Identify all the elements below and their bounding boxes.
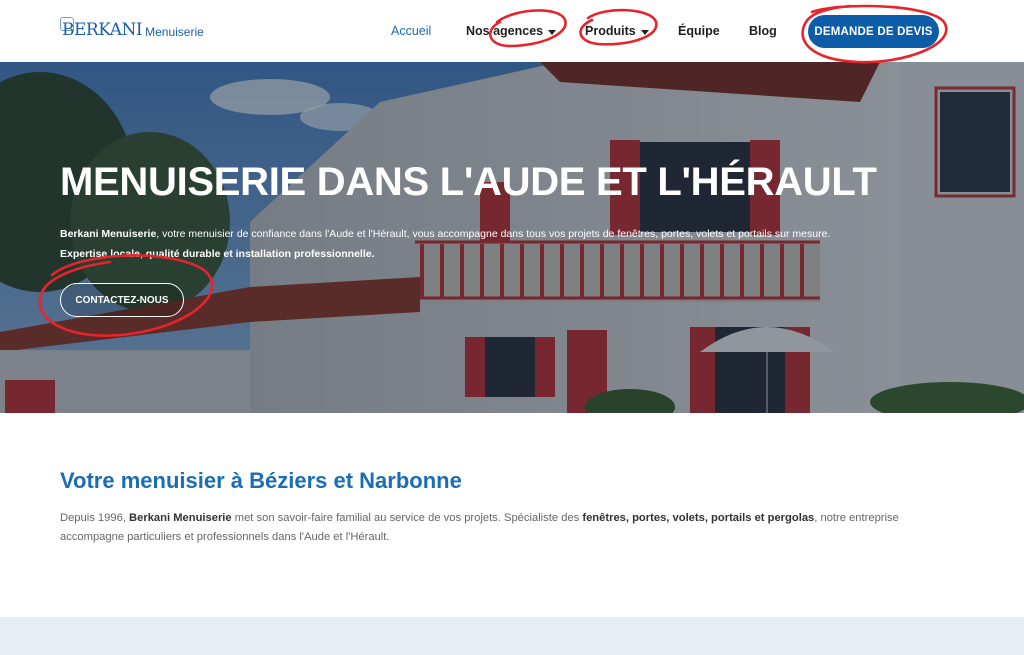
site-header: BERKANI Menuiserie Accueil Nos agences P… (0, 0, 1024, 62)
intro-text-start: Depuis 1996, (60, 512, 130, 524)
intro-products: fenêtres, portes, volets, portails et pe… (582, 512, 815, 524)
nav-item-accueil[interactable]: Accueil (391, 24, 431, 38)
contact-us-button[interactable]: CONTACTEZ-NOUS (60, 283, 184, 317)
nav-label: Produits (585, 24, 636, 38)
nav-item-equipe[interactable]: Équipe (678, 24, 720, 38)
caret-down-icon (640, 29, 649, 35)
hero-text-body: , votre menuisier de confiance dans l'Au… (156, 228, 831, 240)
nav-label: Nos agences (466, 24, 544, 38)
intro-text-mid: met son savoir-faire familial au service… (231, 512, 583, 524)
logo-wordmark: BERKANI (59, 17, 143, 40)
nav-label: Accueil (391, 24, 432, 38)
quote-request-button[interactable]: DEMANDE DE DEVIS (808, 15, 939, 48)
nav-label: Blog (749, 24, 777, 38)
site-logo[interactable]: BERKANI Menuiserie (59, 17, 204, 40)
nav-item-produits[interactable]: Produits (585, 24, 649, 38)
intro-paragraph: Depuis 1996, Berkani Menuiserie met son … (60, 509, 960, 547)
caret-down-icon (548, 29, 557, 35)
hero-text-line2: Expertise locale, qualité durable et ins… (60, 248, 375, 260)
hero-description: Berkani Menuiserie, votre menuisier de c… (60, 224, 950, 264)
hero-brand-name: Berkani Menuiserie (60, 228, 157, 240)
intro-brand-name: Berkani Menuiserie (129, 512, 232, 524)
nav-item-nos-agences[interactable]: Nos agences (466, 24, 557, 38)
hero-banner: MENUISERIE DANS L'AUDE ET L'HÉRAULT Berk… (0, 62, 1024, 413)
nav-label: Équipe (678, 24, 720, 38)
next-section-band (0, 617, 1024, 655)
nav-item-blog[interactable]: Blog (749, 24, 777, 38)
logo-subtitle: Menuiserie (145, 24, 204, 39)
hero-title: MENUISERIE DANS L'AUDE ET L'HÉRAULT (60, 160, 877, 204)
section-title: Votre menuisier à Béziers et Narbonne (60, 468, 462, 493)
